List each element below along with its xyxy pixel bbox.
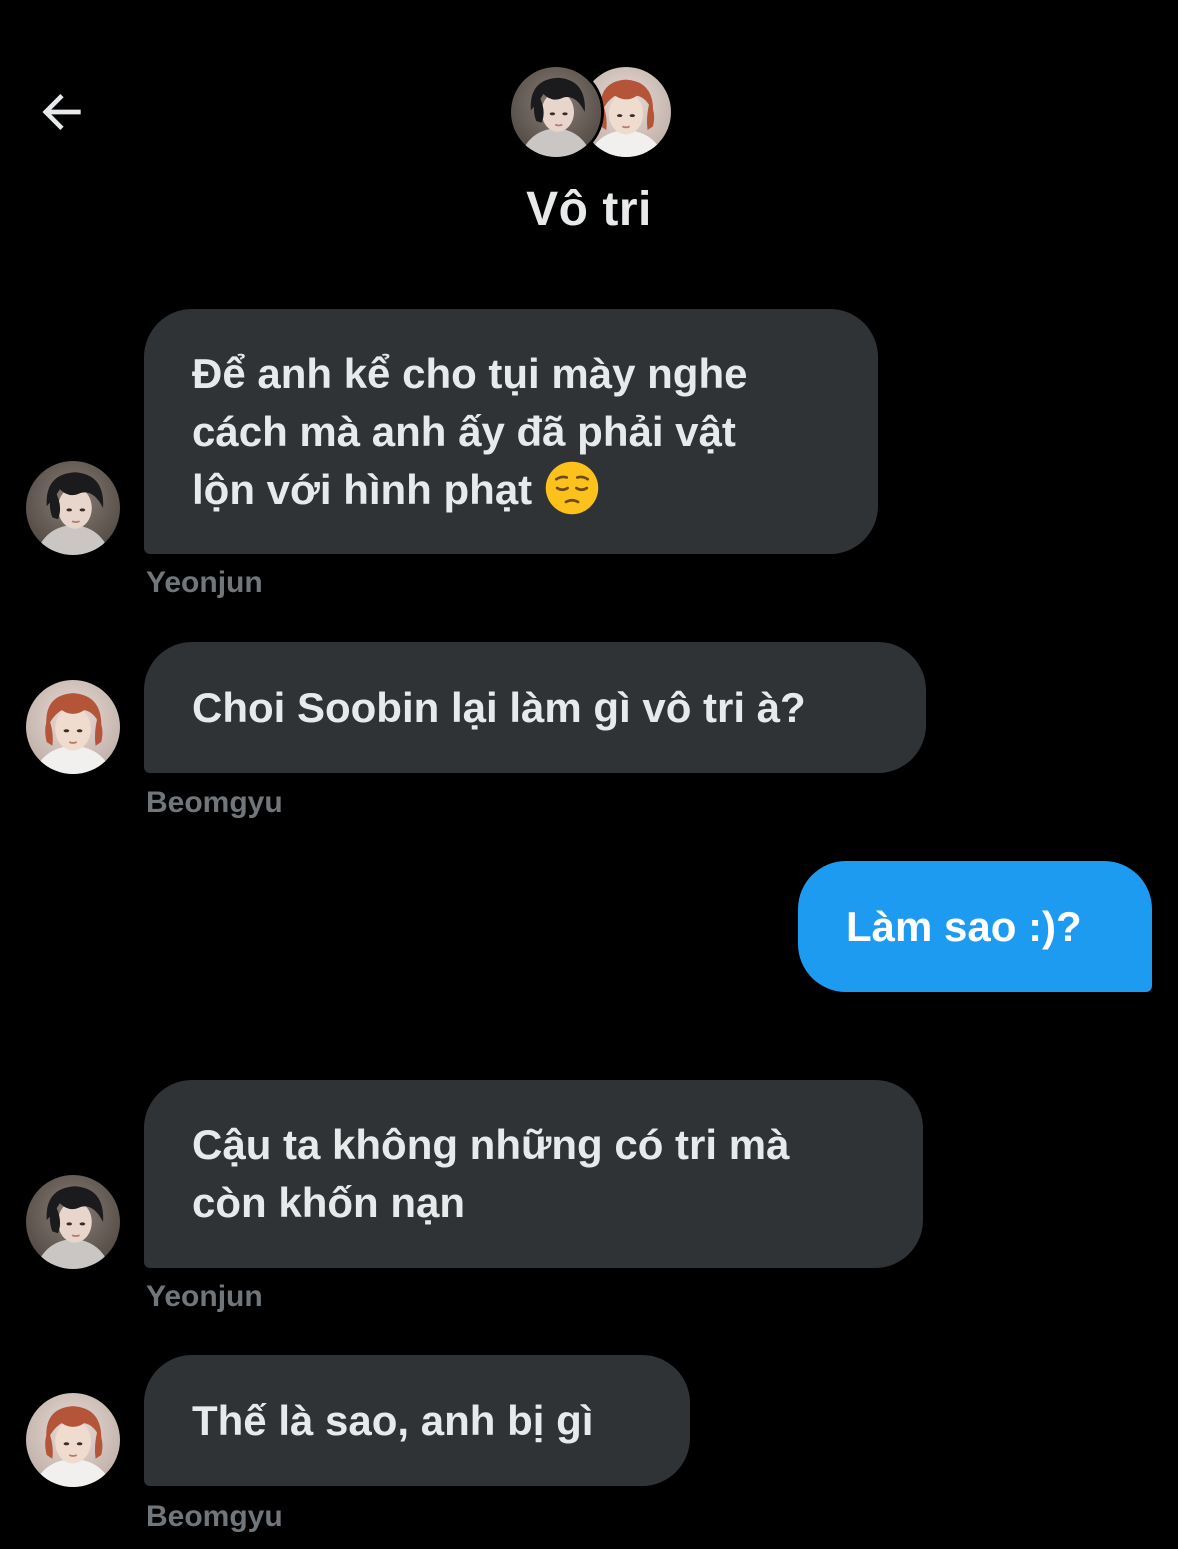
pensive-face-emoji [545, 462, 599, 515]
group-avatar[interactable] [508, 64, 674, 162]
conversation-title[interactable]: Vô tri [0, 182, 1178, 237]
dark-hair-avatar [508, 64, 604, 160]
message-text: Cậu ta không những có tri mà còn khốn nạ… [192, 1121, 790, 1226]
message-bubble[interactable]: Cậu ta không những có tri mà còn khốn nạ… [144, 1080, 923, 1268]
message-bubble[interactable]: Thế là sao, anh bị gì [144, 1355, 690, 1486]
message-text: Để anh kể cho tụi mày nghe cách mà anh ấ… [192, 345, 747, 519]
sender-name: Beomgyu [146, 1500, 283, 1533]
sender-name: Yeonjun [146, 1280, 263, 1313]
avatar[interactable] [26, 461, 120, 555]
arrow-left-icon [42, 94, 81, 130]
avatar[interactable] [26, 1393, 120, 1487]
avatar[interactable] [26, 1175, 120, 1269]
message-bubble[interactable]: Choi Soobin lại làm gì vô tri à? [144, 642, 926, 773]
sender-name: Yeonjun [146, 566, 263, 599]
sent-message-bubble[interactable]: Làm sao :)? [798, 861, 1152, 992]
message-bubble[interactable]: Để anh kể cho tụi mày nghe cách mà anh ấ… [144, 309, 878, 554]
avatar[interactable] [26, 680, 120, 774]
message-text: Làm sao :)? [846, 902, 1082, 950]
sender-name: Beomgyu [146, 786, 283, 819]
message-text: Thế là sao, anh bị gì [192, 1396, 594, 1444]
message-text: Choi Soobin lại làm gì vô tri à? [192, 683, 806, 731]
back-button[interactable] [30, 80, 94, 144]
